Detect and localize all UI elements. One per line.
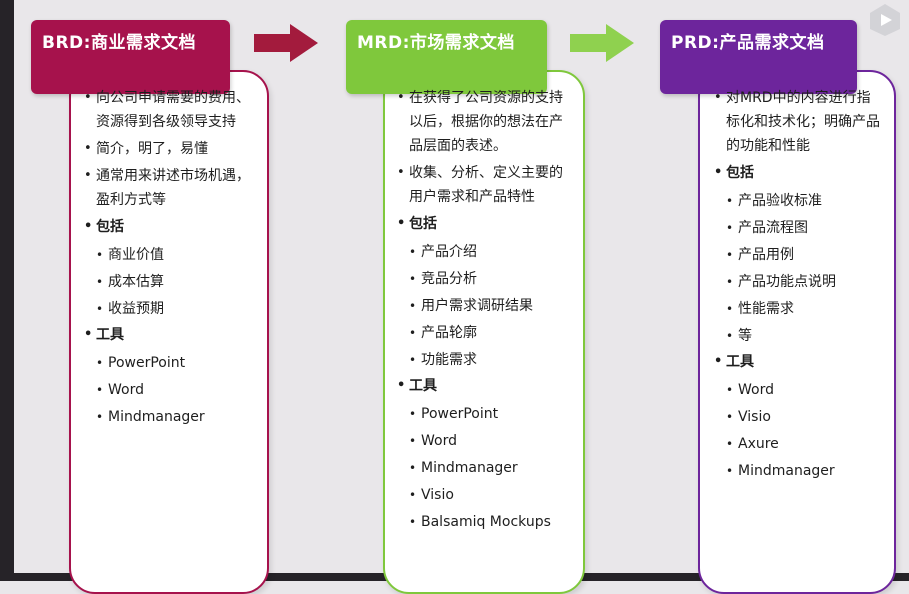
- mrd-tool-item: PowerPoint: [397, 401, 573, 428]
- brd-tools-heading: 工具: [84, 323, 256, 347]
- mrd-includes-item: 产品轮廓: [397, 320, 573, 347]
- mrd-header: MRD:市场需求文档: [346, 20, 547, 94]
- prd-includes-item: 性能需求: [714, 296, 884, 323]
- brd-includes-item: 成本估算: [84, 269, 256, 296]
- brd-bullet-2: 简介，明了，易懂: [84, 137, 256, 161]
- mrd-tools-heading: 工具: [397, 374, 573, 398]
- mrd-content: 在获得了公司资源的支持以后，根据你的想法在产品层面的表述。 收集、分析、定义主要…: [397, 86, 573, 536]
- prd-tool-item: Word: [714, 377, 884, 404]
- prd-content: 对MRD中的内容进行指标化和技术化；明确产品的功能和性能 包括 产品验收标准 产…: [714, 86, 884, 485]
- brd-tool-item: Mindmanager: [84, 404, 256, 431]
- prd-tool-item: Mindmanager: [714, 458, 884, 485]
- brd-includes-item: 商业价值: [84, 242, 256, 269]
- prd-includes-heading: 包括: [714, 161, 884, 185]
- arrow-mrd-to-prd-icon: [570, 24, 634, 62]
- mrd-title: MRD:市场需求文档: [357, 33, 515, 53]
- prd-includes-item: 产品用例: [714, 242, 884, 269]
- prd-tools-heading: 工具: [714, 350, 884, 374]
- mrd-includes-heading: 包括: [397, 212, 573, 236]
- mrd-includes-item: 功能需求: [397, 347, 573, 374]
- mrd-includes-item: 产品介绍: [397, 239, 573, 266]
- prd-tool-item: Axure: [714, 431, 884, 458]
- mrd-tool-item: Visio: [397, 482, 573, 509]
- mrd-tool-item: Word: [397, 428, 573, 455]
- brd-tool-item: PowerPoint: [84, 350, 256, 377]
- mrd-includes-item: 用户需求调研结果: [397, 293, 573, 320]
- prd-includes-item: 产品验收标准: [714, 188, 884, 215]
- mrd-tool-item: Mindmanager: [397, 455, 573, 482]
- brd-header: BRD:商业需求文档: [31, 20, 230, 94]
- mrd-includes-item: 竞品分析: [397, 266, 573, 293]
- prd-tool-item: Visio: [714, 404, 884, 431]
- brd-content: 向公司申请需要的费用、资源得到各级领导支持 简介，明了，易懂 通常用来讲述市场机…: [84, 86, 256, 431]
- prd-header: PRD:产品需求文档: [660, 20, 857, 94]
- video-frame-left-edge: [0, 0, 14, 581]
- prd-includes-item: 产品流程图: [714, 215, 884, 242]
- brd-includes-item: 收益预期: [84, 296, 256, 323]
- watermark-logo-icon: [870, 4, 900, 36]
- brd-bullet-3: 通常用来讲述市场机遇，盈利方式等: [84, 164, 256, 212]
- prd-includes-item: 等: [714, 323, 884, 350]
- mrd-tool-item: Balsamiq Mockups: [397, 509, 573, 536]
- prd-bullet-1: 对MRD中的内容进行指标化和技术化；明确产品的功能和性能: [714, 86, 884, 158]
- mrd-bullet-1: 在获得了公司资源的支持以后，根据你的想法在产品层面的表述。: [397, 86, 573, 158]
- prd-includes-item: 产品功能点说明: [714, 269, 884, 296]
- brd-bullet-1: 向公司申请需要的费用、资源得到各级领导支持: [84, 86, 256, 134]
- arrow-brd-to-mrd-icon: [254, 24, 318, 62]
- mrd-bullet-2: 收集、分析、定义主要的用户需求和产品特性: [397, 161, 573, 209]
- brd-includes-heading: 包括: [84, 215, 256, 239]
- brd-tool-item: Word: [84, 377, 256, 404]
- prd-title: PRD:产品需求文档: [671, 33, 825, 53]
- brd-title: BRD:商业需求文档: [42, 33, 196, 53]
